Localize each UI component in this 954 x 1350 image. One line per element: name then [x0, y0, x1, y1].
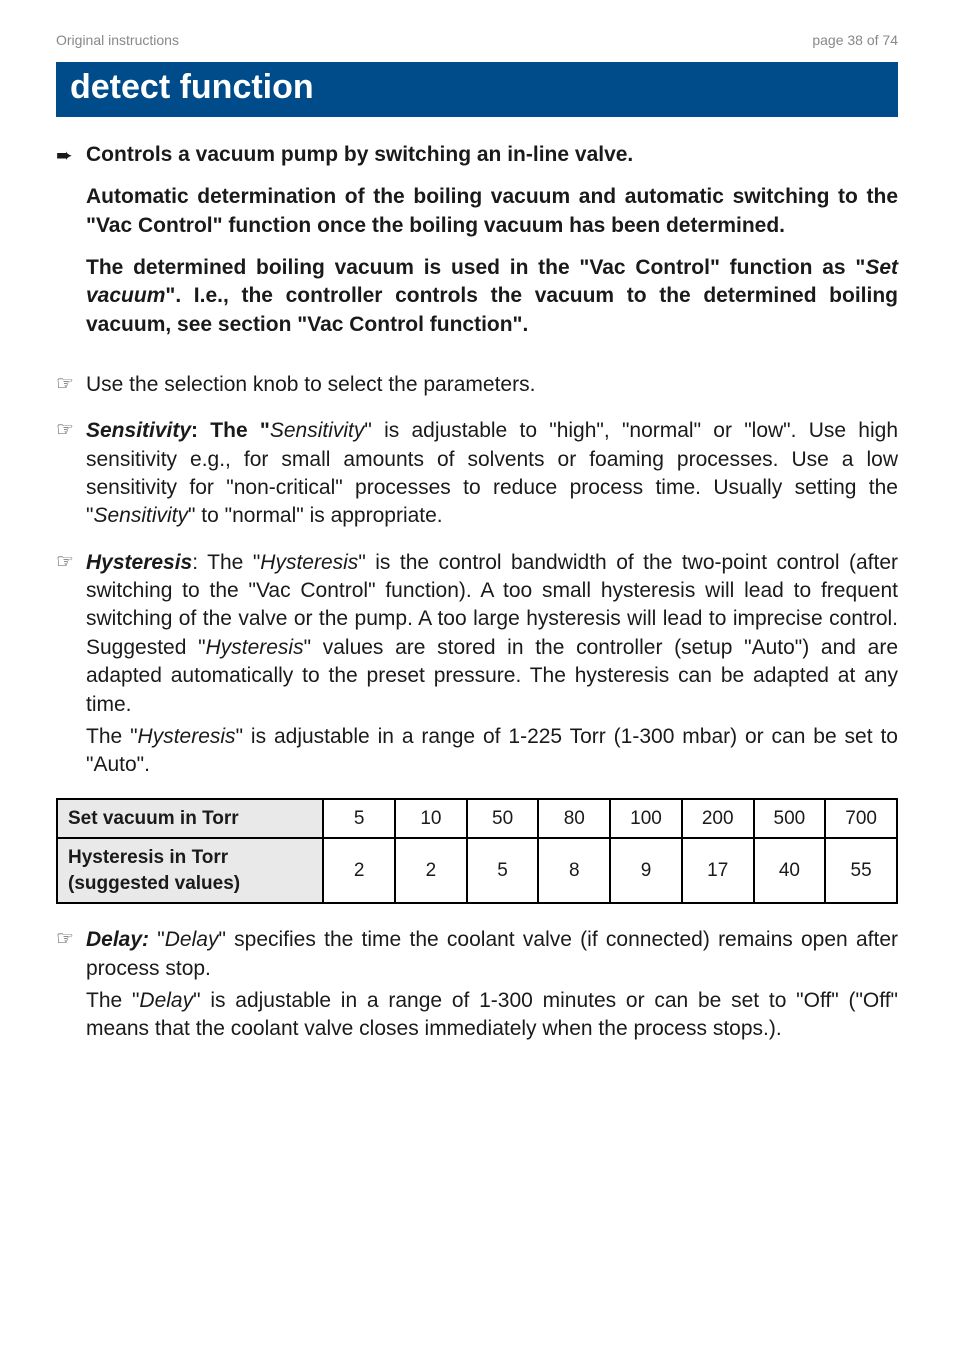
cell: 200: [682, 799, 754, 839]
cell: 100: [610, 799, 682, 839]
cell: 500: [754, 799, 826, 839]
lead-p1: Automatic determination of the boiling v…: [86, 183, 898, 240]
use-knob-text: Use the selection knob to select the par…: [86, 371, 898, 399]
hand-icon: ☞: [56, 371, 86, 399]
hand-icon: ☞: [56, 549, 86, 719]
lead-block: ➨ Controls a vacuum pump by switching an…: [56, 141, 898, 353]
cell: 80: [538, 799, 610, 839]
row-label: Hysteresis in Torr (suggested values): [57, 838, 323, 903]
use-knob-block: ☞ Use the selection knob to select the p…: [56, 371, 898, 399]
sensitivity-text: Sensitivity: The "Sensitivity" is adjust…: [86, 417, 898, 530]
cell: 5: [323, 799, 395, 839]
lead-line1: Controls a vacuum pump by switching an i…: [86, 141, 898, 169]
cell: 2: [323, 838, 395, 903]
lead-p2: The determined boiling vacuum is used in…: [86, 254, 898, 339]
hysteresis-text: Hysteresis: The "Hysteresis" is the cont…: [86, 549, 898, 719]
hysteresis-sub: The "Hysteresis" is adjustable in a rang…: [86, 723, 898, 780]
cell: 50: [467, 799, 539, 839]
delay-sub: The "Delay" is adjustable in a range of …: [86, 987, 898, 1044]
header-left: Original instructions: [56, 32, 179, 48]
content: ➨ Controls a vacuum pump by switching an…: [56, 141, 898, 1044]
sensitivity-block: ☞ Sensitivity: The "Sensitivity" is adju…: [56, 417, 898, 530]
hand-icon: ☞: [56, 926, 86, 983]
cell: 700: [825, 799, 897, 839]
hysteresis-table: Set vacuum in Torr 5 10 50 80 100 200 50…: [56, 798, 898, 905]
delay-block: ☞ Delay: "Delay" specifies the time the …: [56, 926, 898, 983]
page-header: Original instructions page 38 of 74: [56, 32, 898, 48]
delay-text: Delay: "Delay" specifies the time the co…: [86, 926, 898, 983]
cell: 55: [825, 838, 897, 903]
table-row: Set vacuum in Torr 5 10 50 80 100 200 50…: [57, 799, 897, 839]
row-label: Set vacuum in Torr: [57, 799, 323, 839]
section-banner: detect function: [56, 62, 898, 117]
hand-icon: ☞: [56, 417, 86, 530]
hysteresis-block: ☞ Hysteresis: The "Hysteresis" is the co…: [56, 549, 898, 719]
cell: 9: [610, 838, 682, 903]
arrow-icon: ➨: [56, 141, 86, 353]
cell: 5: [467, 838, 539, 903]
cell: 17: [682, 838, 754, 903]
table-row: Hysteresis in Torr (suggested values) 2 …: [57, 838, 897, 903]
cell: 40: [754, 838, 826, 903]
cell: 2: [395, 838, 467, 903]
header-right: page 38 of 74: [812, 32, 898, 48]
cell: 10: [395, 799, 467, 839]
lead-text: Controls a vacuum pump by switching an i…: [86, 141, 898, 353]
cell: 8: [538, 838, 610, 903]
